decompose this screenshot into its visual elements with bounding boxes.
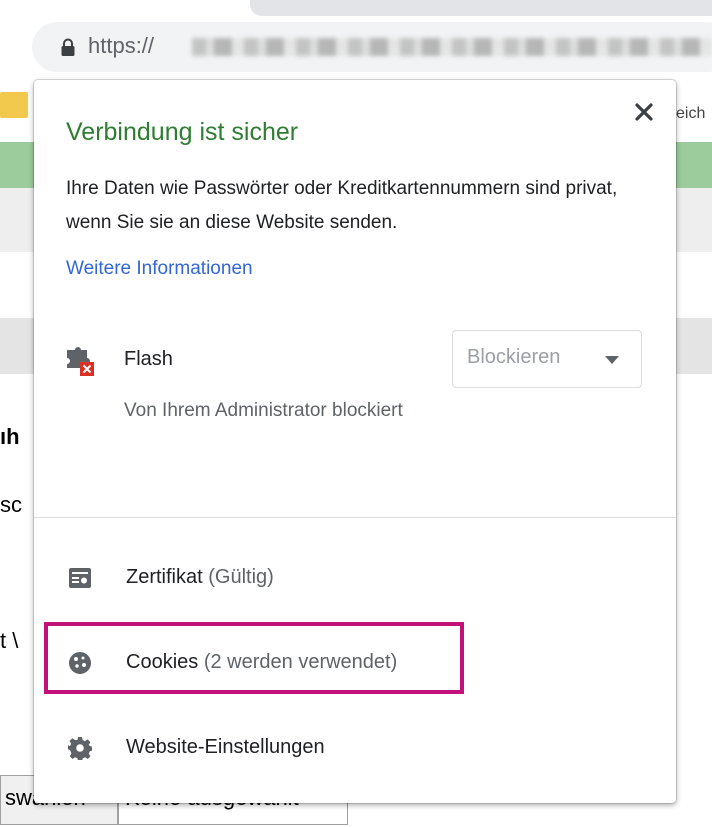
page-text-fragment: ıh [0, 424, 20, 449]
tab-strip [250, 0, 712, 16]
connection-description: Ihre Daten wie Passwörter oder Kreditkar… [66, 178, 618, 233]
flash-permission-select[interactable]: Blockieren [452, 330, 642, 388]
certificate-icon [69, 568, 91, 588]
blurred-url-domain [192, 38, 712, 56]
page-text-fragment: sc [0, 492, 22, 517]
bookmark-label-fragment[interactable]: eich [676, 105, 705, 123]
flash-status: Von Ihrem Administrator blockiert [124, 400, 403, 421]
flash-label: Flash [124, 348, 173, 370]
bookmark-folder-icon[interactable] [0, 92, 28, 118]
close-icon[interactable] [630, 98, 658, 126]
certificate-row[interactable]: Zertifikat (Gültig) [34, 542, 676, 614]
page-text-fragment: t \ [0, 628, 19, 653]
lock-icon[interactable] [60, 38, 76, 56]
connection-secure-title: Verbindung ist sicher [66, 118, 299, 146]
section-divider [34, 517, 676, 518]
certificate-label: Zertifikat (Gültig) [126, 566, 274, 588]
chevron-down-icon [605, 356, 619, 364]
select-value: Blockieren [467, 346, 561, 368]
cookie-icon [69, 652, 91, 674]
more-information-link[interactable]: Weitere Informationen [66, 258, 253, 280]
site-settings-label: Website-Einstellungen [126, 736, 325, 758]
site-settings-row[interactable]: Website-Einstellungen [34, 710, 676, 782]
site-info-popup: Verbindung ist sicher Ihre Daten wie Pas… [34, 80, 676, 803]
gear-icon [68, 737, 92, 760]
flash-plugin-blocked-icon [67, 347, 94, 376]
cookies-label: Cookies (2 werden verwendet) [126, 651, 398, 673]
url-text[interactable]: https:// [88, 30, 154, 62]
cookies-row[interactable]: Cookies (2 werden verwendet) [34, 625, 676, 697]
